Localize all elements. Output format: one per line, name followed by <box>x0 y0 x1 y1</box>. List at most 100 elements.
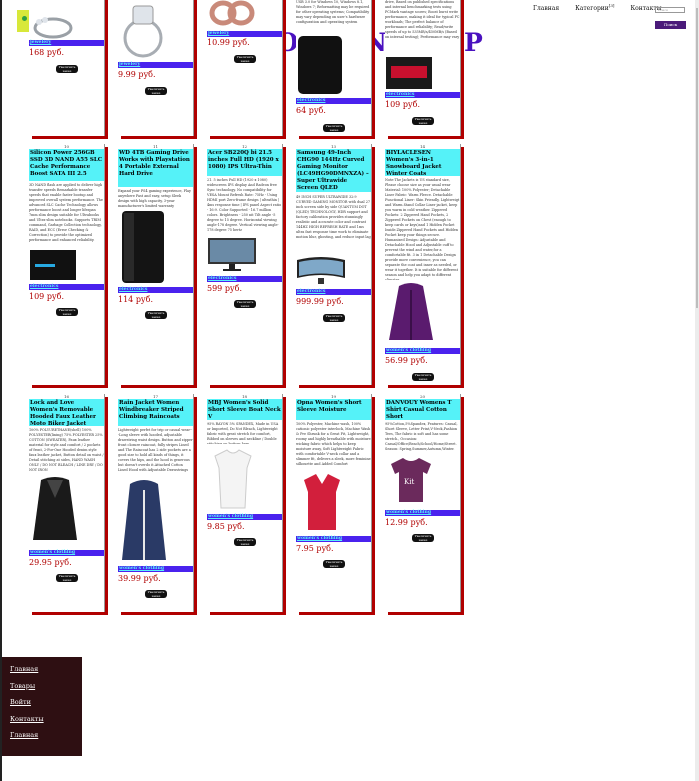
add-to-cart-button[interactable]: Увеличить заказ <box>323 560 345 568</box>
add-to-cart-button[interactable]: Увеличить заказ <box>56 574 78 582</box>
product-price: 9.85 руб. <box>207 522 245 531</box>
product-card[interactable]: 16 Lock and Love Women's Removable Hooded… <box>29 394 105 612</box>
product-image[interactable] <box>296 34 344 96</box>
nav-home[interactable]: Главная <box>533 5 559 12</box>
product-price: 599 руб. <box>207 284 242 293</box>
product-price: 999.99 руб. <box>296 297 344 306</box>
add-to-cart-button[interactable]: Увеличить заказ <box>56 65 78 73</box>
product-image[interactable] <box>385 56 433 90</box>
search-input[interactable]: Поиск <box>655 7 685 13</box>
product-title[interactable]: Lock and Love Women's Removable Hooded F… <box>29 399 104 426</box>
product-description: 3D NAND flash are applied to deliver hig… <box>29 183 103 242</box>
product-title[interactable]: Samsung 49-Inch CHG90 144Hz Curved Gamin… <box>296 149 371 192</box>
product-description: 95%Cotton,5%Spandex, Features: Casual, S… <box>385 422 458 451</box>
product-image[interactable] <box>385 280 437 346</box>
product-category-link[interactable]: women's clothing <box>207 514 282 520</box>
add-to-cart-button[interactable]: Увеличить заказ <box>234 300 256 308</box>
product-card[interactable]: 10 Silicon Power 256GB SSD 3D NAND A55 SL… <box>29 144 105 385</box>
product-category-link[interactable]: electronics <box>296 98 371 104</box>
product-image[interactable] <box>207 446 259 512</box>
product-category-link[interactable]: electronics <box>296 289 371 295</box>
product-image[interactable] <box>207 0 257 26</box>
product-title[interactable]: BIYLACLESEN Women's 3-in-1 Snowboard Jac… <box>385 149 460 176</box>
add-to-cart-button[interactable]: Увеличить заказ <box>412 534 434 542</box>
product-card[interactable]: jewelery 10.99 руб. Увеличить заказ <box>207 0 283 136</box>
add-to-cart-button[interactable]: Увеличить заказ <box>323 314 345 322</box>
product-card[interactable]: 17 Rain Jacket Women Windbreaker Striped … <box>118 394 194 612</box>
footer-link-products[interactable]: Товары <box>2 682 82 699</box>
product-image[interactable] <box>296 470 348 534</box>
product-title[interactable]: Opna Women's Short Sleeve Moisture <box>296 399 371 420</box>
product-category-link[interactable]: women's clothing <box>29 550 104 556</box>
product-title[interactable]: WD 4TB Gaming Drive Works with Playstati… <box>118 149 193 187</box>
product-image[interactable] <box>118 209 168 285</box>
footer-link-home-2[interactable]: Главная <box>2 731 82 748</box>
product-price: 114 руб. <box>118 295 153 304</box>
product-card[interactable]: USB 3.0 for Windows 10, Windows 8.1, Win… <box>296 0 372 136</box>
logo-dot-icon <box>22 16 27 21</box>
product-category-link[interactable]: women's clothing <box>296 536 371 542</box>
add-to-cart-button[interactable]: Увеличить заказ <box>234 538 256 546</box>
product-title[interactable]: Acer SB220Q bi 21.5 inches Full HD (1920… <box>207 149 282 176</box>
product-card[interactable]: 18 MBJ Women's Solid Short Sleeve Boat Ne… <box>207 394 283 612</box>
scrollbar[interactable] <box>695 0 699 781</box>
add-to-cart-button[interactable]: Увеличить заказ <box>56 308 78 316</box>
add-to-cart-button[interactable]: Увеличить заказ <box>234 55 256 63</box>
product-image[interactable] <box>29 248 77 282</box>
nav-categories[interactable]: Категории[3] <box>575 3 614 12</box>
product-category-link[interactable]: jewelery <box>29 40 104 46</box>
product-description: Lightweight perfet for trip or casual we… <box>118 428 193 472</box>
product-description: 49 INCH SUPER ULTRAWIDE 32:9 CURVED GAMI… <box>296 195 371 239</box>
product-card[interactable]: jewelery 168 руб. Увеличить заказ <box>29 0 105 136</box>
add-to-cart-button[interactable]: Увеличить заказ <box>145 87 167 95</box>
footer-menu: Главная Товары Войти Контакты Главная <box>2 657 82 756</box>
product-category-link[interactable]: women's clothing <box>385 348 460 354</box>
product-price: 29.95 руб. <box>29 558 72 567</box>
product-category-link[interactable]: electronics <box>29 284 104 290</box>
add-to-cart-button[interactable]: Увеличить заказ <box>412 117 434 125</box>
footer-link-home[interactable]: Главная <box>2 665 82 682</box>
product-category-link[interactable]: jewelery <box>118 62 193 68</box>
product-card[interactable]: 14 BIYLACLESEN Women's 3-in-1 Snowboard J… <box>385 144 461 385</box>
add-to-cart-button[interactable]: Увеличить заказ <box>145 311 167 319</box>
product-card[interactable]: 12 Acer SB220Q bi 21.5 inches Full HD (19… <box>207 144 283 385</box>
product-category-link[interactable]: jewelery <box>207 31 282 37</box>
footer-link-contacts[interactable]: Контакты <box>2 715 82 732</box>
product-card[interactable]: drive, Based on published specifications… <box>385 0 461 136</box>
product-card[interactable]: 20 DANVOUY Womens T Shirt Casual Cotton S… <box>385 394 461 612</box>
product-category-link[interactable]: electronics <box>118 287 193 293</box>
product-image[interactable] <box>118 476 170 564</box>
product-image[interactable]: Kit <box>385 454 437 506</box>
product-card[interactable]: 19 Opna Women's Short Sleeve Moisture 100%… <box>296 394 372 612</box>
product-category-link[interactable]: electronics <box>207 276 282 282</box>
product-price: 56.99 руб. <box>385 356 428 365</box>
product-category-link[interactable]: electronics <box>385 92 460 98</box>
product-card[interactable]: 13 Samsung 49-Inch CHG90 144Hz Curved Gam… <box>296 144 372 385</box>
add-to-cart-button[interactable]: Увеличить заказ <box>412 373 434 381</box>
product-image[interactable] <box>296 252 346 288</box>
search-button[interactable]: Поиск <box>655 21 686 29</box>
product-title[interactable]: Silicon Power 256GB SSD 3D NAND A55 SLC … <box>29 149 104 181</box>
product-title[interactable]: MBJ Women's Solid Short Sleeve Boat Neck… <box>207 399 282 420</box>
product-description: Note:The Jackets is US standard size, Pl… <box>385 178 460 280</box>
product-title[interactable]: Rain Jacket Women Windbreaker Striped Cl… <box>118 399 193 426</box>
product-price: 64 руб. <box>296 106 326 115</box>
product-card[interactable]: 11 WD 4TB Gaming Drive Works with Playsta… <box>118 144 194 385</box>
product-category-link[interactable]: women's clothing <box>385 510 460 516</box>
add-to-cart-button[interactable]: Увеличить заказ <box>323 124 345 132</box>
product-image[interactable] <box>29 474 81 548</box>
product-image[interactable] <box>29 8 77 42</box>
product-card[interactable]: jewelery 9.99 руб. Увеличить заказ <box>118 0 194 136</box>
add-to-cart-button[interactable]: Увеличить заказ <box>145 590 167 598</box>
product-description: 95% RAYON 5% SPANDEX, Made in USA or Imp… <box>207 422 279 444</box>
product-description: Expand your PS4 gaming experience, Play … <box>118 189 191 208</box>
footer-link-login[interactable]: Войти <box>2 698 82 715</box>
product-image[interactable] <box>207 236 257 272</box>
product-image[interactable] <box>118 0 168 62</box>
product-price: 7.95 руб. <box>296 544 334 553</box>
product-price: 10.99 руб. <box>207 38 250 47</box>
product-category-link[interactable]: women's clothing <box>118 566 193 572</box>
product-title[interactable]: DANVOUY Womens T Shirt Casual Cotton Sho… <box>385 399 460 420</box>
product-description: USB 3.0 for Windows 10, Windows 8.1, Win… <box>296 0 370 24</box>
scrollbar-thumb[interactable] <box>696 8 698 308</box>
